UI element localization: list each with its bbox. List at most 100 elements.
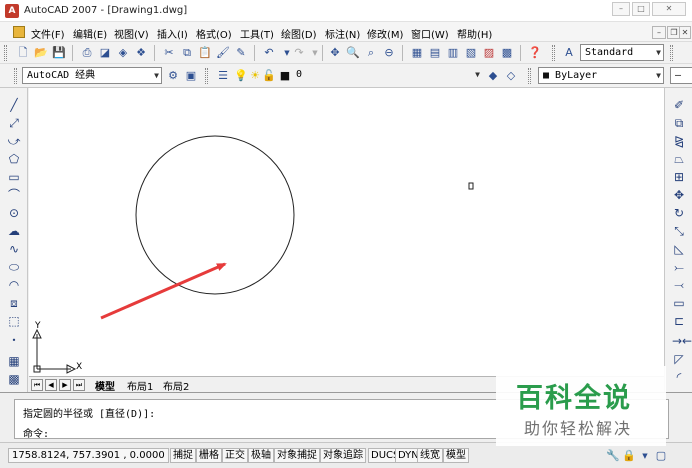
first-tab-icon[interactable]: ⏮ [31,379,43,391]
copy-icon[interactable]: ⧉ [180,46,194,60]
layer-select[interactable]: 0 ▼ [270,67,482,84]
point-icon[interactable]: • [7,334,21,348]
break-at-point-icon[interactable]: ▭ [672,296,686,310]
circle-icon[interactable]: ⊙ [7,206,21,220]
insert-block-icon[interactable]: ⧈ [7,296,21,310]
revision-cloud-icon[interactable]: ☁ [7,224,21,238]
layer-properties-icon[interactable]: ☰ [216,69,230,83]
publish-icon[interactable]: ◈ [116,46,130,60]
redo-icon[interactable]: ↷ [292,46,306,60]
clean-screen-icon[interactable]: ▢ [654,449,668,463]
match-properties-icon[interactable]: 🖌 [216,46,230,60]
lineweight-toggle[interactable]: 线宽 [417,448,443,463]
linetype-control-select[interactable]: — [670,67,692,84]
erase-icon[interactable]: ✐ [672,98,686,112]
grid-toggle[interactable]: 栅格 [196,448,222,463]
help-icon[interactable]: ❓ [528,46,542,60]
menu-help[interactable]: 帮助(H) [457,26,492,41]
close-button[interactable]: ✕ [652,2,686,16]
move-icon[interactable]: ✥ [672,188,686,202]
design-center-icon[interactable]: ▤ [428,46,442,60]
tab-model[interactable]: 模型 [95,378,115,393]
tab-layout1[interactable]: 布局1 [127,378,153,393]
text-style-select[interactable]: Standard ▼ [580,44,664,61]
save-workspace-icon[interactable]: ▣ [184,69,198,83]
spline-icon[interactable]: ∿ [7,242,21,256]
arc-icon[interactable]: ⌒ [7,188,21,202]
lock-icon[interactable]: 🔒 [622,449,636,463]
otrack-toggle[interactable]: 对象追踪 [320,448,366,463]
plot-preview-icon[interactable]: ◪ [98,46,112,60]
menu-format[interactable]: 格式(O) [196,26,232,41]
toolbar-grip[interactable] [205,68,208,84]
calculator-icon[interactable]: ▩ [500,46,514,60]
menu-draw[interactable]: 绘图(D) [281,26,317,41]
drawing-area[interactable]: Y X [29,88,664,376]
osnap-toggle[interactable]: 对象捕捉 [274,448,320,463]
model-space-toggle[interactable]: 模型 [443,448,469,463]
zoom-window-icon[interactable]: ⌕ [364,46,378,60]
menu-modify[interactable]: 修改(M) [367,26,403,41]
rotate-icon[interactable]: ↻ [672,206,686,220]
minimize-button[interactable]: – [612,2,630,16]
toolbar-grip[interactable] [14,68,17,84]
ortho-toggle[interactable]: 正交 [222,448,248,463]
prev-tab-icon[interactable]: ◀ [45,379,57,391]
workspace-settings-icon[interactable]: ⚙ [166,69,180,83]
new-file-icon[interactable]: 🗋 [16,46,30,60]
break-icon[interactable]: ⊏ [672,314,686,328]
zoom-previous-icon[interactable]: ⊖ [382,46,396,60]
mirror-icon[interactable]: ⧎ [672,134,686,148]
save-icon[interactable]: 💾 [52,46,66,60]
ellipse-arc-icon[interactable]: ◠ [7,278,21,292]
ellipse-icon[interactable]: ⬭ [7,260,21,274]
undo-icon[interactable]: ↶ [262,46,276,60]
mdi-close-button[interactable]: ✕ [679,26,691,39]
text-style-icon[interactable]: A [562,46,576,60]
workspace-select[interactable]: AutoCAD 经典 ▼ [22,67,162,84]
mdi-minimize-button[interactable]: – [652,26,666,39]
document-icon[interactable] [13,26,25,38]
last-tab-icon[interactable]: ⏭ [73,379,85,391]
paste-icon[interactable]: 📋 [198,46,212,60]
tab-layout2[interactable]: 布局2 [163,378,189,393]
next-tab-icon[interactable]: ▶ [59,379,71,391]
scale-icon[interactable]: ⤡ [672,224,686,238]
menu-dimension[interactable]: 标注(N) [325,26,360,41]
print-icon[interactable]: ⎙ [80,46,94,60]
communication-center-icon[interactable]: 🔧 [606,449,620,463]
snap-toggle[interactable]: 捕捉 [170,448,196,463]
layer-on-bulb-icon[interactable]: 💡 [234,69,248,83]
polygon-icon[interactable]: ⬠ [7,152,21,166]
open-file-icon[interactable]: 📂 [34,46,48,60]
block-editor-icon[interactable]: ✎ [234,46,248,60]
cut-icon[interactable]: ✂ [162,46,176,60]
stretch-icon[interactable]: ◺ [672,242,686,256]
line-icon[interactable]: ╱ [7,98,21,112]
coordinates-display[interactable]: 1758.8124, 757.3901 , 0.0000 [8,448,169,463]
toolbar-grip[interactable] [670,45,673,61]
color-control-select[interactable]: ■ ByLayer ▼ [538,67,664,84]
gradient-icon[interactable]: ▩ [7,372,21,386]
maximize-button[interactable]: □ [632,2,650,16]
command-prompt[interactable]: 命令: [23,425,49,440]
menu-edit[interactable]: 编辑(E) [73,26,107,41]
offset-icon[interactable]: ⏢ [672,152,686,166]
construction-line-icon[interactable]: ⤢ [7,116,21,130]
polar-toggle[interactable]: 极轴 [248,448,274,463]
chamfer-icon[interactable]: ◸ [672,352,686,366]
menu-tools[interactable]: 工具(T) [240,26,274,41]
3d-dwf-icon[interactable]: ❖ [134,46,148,60]
pan-icon[interactable]: ✥ [328,46,342,60]
drawn-circle[interactable] [135,135,295,295]
menu-view[interactable]: 视图(V) [114,26,149,41]
chevron-down-icon[interactable]: ▼ [638,449,652,463]
array-icon[interactable]: ⊞ [672,170,686,184]
toolbar-grip[interactable] [552,45,555,61]
fillet-icon[interactable]: ◜ [672,370,686,384]
toolbar-grip[interactable] [528,68,531,84]
toolbar-grip[interactable] [4,45,7,61]
rectangle-icon[interactable]: ▭ [7,170,21,184]
extend-icon[interactable]: ⤙ [672,278,686,292]
layer-previous-icon[interactable]: ◇ [504,69,518,83]
